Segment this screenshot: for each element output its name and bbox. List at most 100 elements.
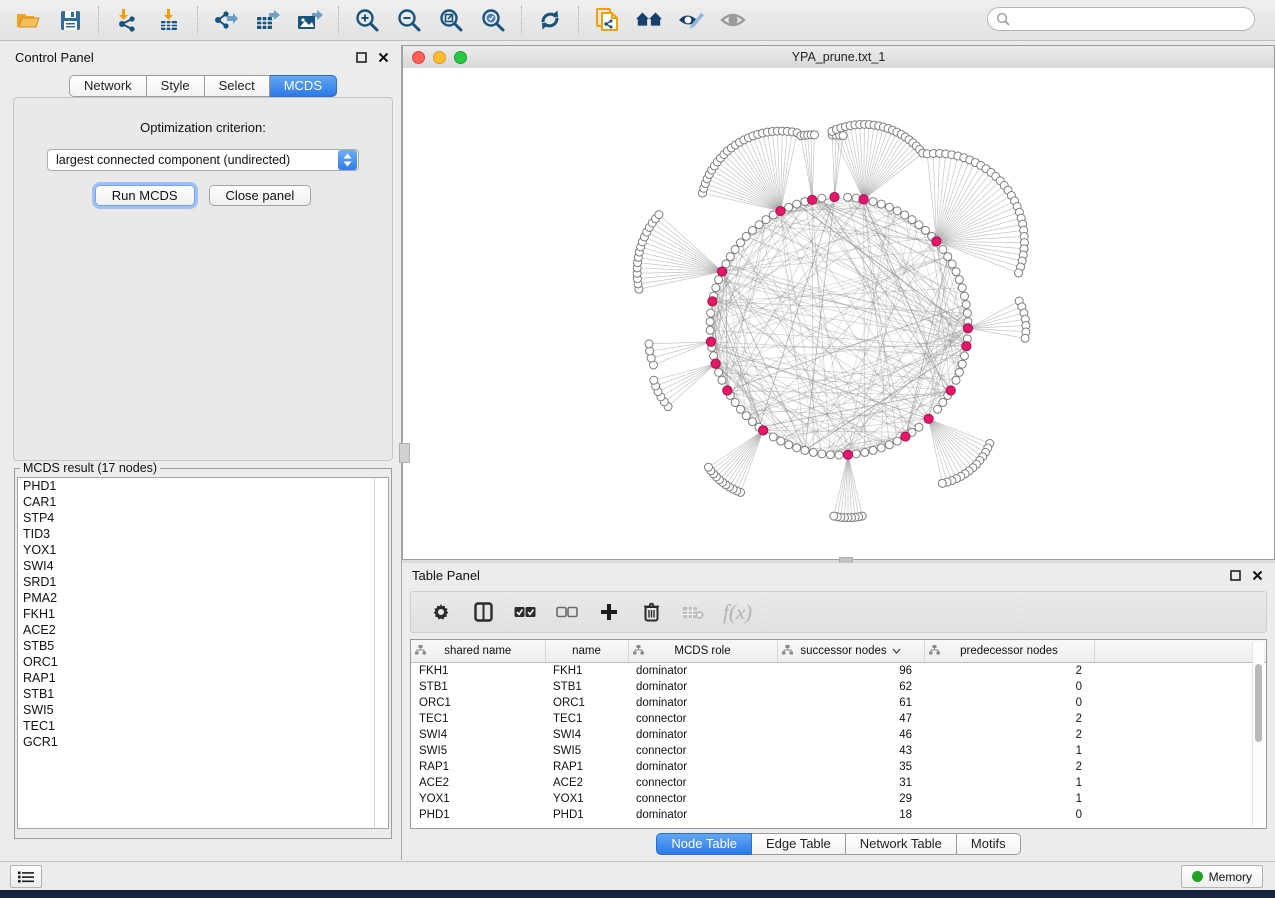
delete-column-icon[interactable] — [639, 600, 663, 624]
cell-shared-name[interactable]: SWI5 — [411, 743, 545, 759]
cell-name[interactable]: ORC1 — [545, 695, 628, 711]
table-row[interactable]: ACE2ACE2connector311 — [411, 775, 1267, 791]
mcds-result-item[interactable]: SWI4 — [18, 558, 388, 574]
mcds-result-item[interactable]: CAR1 — [18, 494, 388, 510]
select-all-checkboxes-icon[interactable] — [513, 600, 537, 624]
cell-MCDS-role[interactable]: connector — [628, 775, 777, 791]
cell-successor-nodes[interactable]: 29 — [777, 791, 924, 807]
cell-shared-name[interactable]: PHD1 — [411, 807, 545, 823]
mcds-hub-node[interactable] — [759, 426, 768, 435]
cell-shared-name[interactable]: STB1 — [411, 679, 545, 695]
mcds-result-item[interactable]: STP4 — [18, 510, 388, 526]
network-node[interactable] — [885, 441, 893, 449]
cell-predecessor-nodes[interactable]: 0 — [924, 695, 1094, 711]
network-node[interactable] — [785, 203, 793, 211]
save-session-icon[interactable] — [56, 6, 84, 34]
network-node[interactable] — [835, 451, 843, 459]
network-node[interactable] — [731, 245, 739, 253]
network-node[interactable] — [707, 309, 715, 317]
network-node[interactable] — [826, 451, 834, 459]
unselect-all-checkboxes-icon[interactable] — [555, 600, 579, 624]
mcds-result-item[interactable]: PMA2 — [18, 590, 388, 606]
network-node[interactable] — [736, 239, 744, 247]
run-mcds-button[interactable]: Run MCDS — [95, 185, 195, 206]
table-row[interactable]: SWI5SWI5connector431 — [411, 743, 1267, 759]
cell-predecessor-nodes[interactable]: 2 — [924, 759, 1094, 775]
vertical-splitter-handle[interactable] — [399, 443, 410, 463]
network-node[interactable] — [852, 450, 860, 458]
cell-successor-nodes[interactable]: 61 — [777, 695, 924, 711]
network-node[interactable] — [939, 245, 947, 253]
table-row[interactable]: TEC1TEC1connector472 — [411, 711, 1267, 727]
mcds-hub-node[interactable] — [859, 195, 868, 204]
mcds-hub-node[interactable] — [830, 192, 839, 201]
table-row[interactable]: FKH1FKH1dominator962 — [411, 663, 1267, 680]
cell-predecessor-nodes[interactable]: 0 — [924, 807, 1094, 823]
tab-network[interactable]: Network — [69, 75, 147, 97]
leaf-node[interactable] — [938, 479, 946, 487]
cell-successor-nodes[interactable]: 96 — [777, 663, 924, 680]
column-header-name[interactable]: name — [545, 640, 628, 663]
leaf-node[interactable] — [655, 211, 663, 219]
tab-select[interactable]: Select — [205, 75, 270, 97]
list-scrollbar-track[interactable] — [374, 478, 375, 828]
cell-predecessor-nodes[interactable]: 1 — [924, 791, 1094, 807]
network-node[interactable] — [785, 441, 793, 449]
network-node[interactable] — [861, 448, 869, 456]
mcds-hub-node[interactable] — [711, 359, 720, 368]
network-node[interactable] — [748, 226, 756, 234]
network-node[interactable] — [801, 446, 809, 454]
network-node[interactable] — [793, 444, 801, 452]
cell-name[interactable]: ACE2 — [545, 775, 628, 791]
zoom-in-icon[interactable] — [353, 6, 381, 34]
network-node[interactable] — [706, 326, 714, 334]
mcds-hub-node[interactable] — [946, 386, 955, 395]
network-node[interactable] — [955, 368, 963, 376]
cell-successor-nodes[interactable]: 31 — [777, 775, 924, 791]
home-icon[interactable] — [635, 6, 663, 34]
mcds-result-item[interactable]: YOX1 — [18, 542, 388, 558]
settings-gear-icon[interactable] — [429, 600, 453, 624]
cell-MCDS-role[interactable]: connector — [628, 791, 777, 807]
tab-node-table[interactable]: Node Table — [656, 833, 752, 855]
zoom-selected-icon[interactable] — [479, 6, 507, 34]
network-node[interactable] — [809, 448, 817, 456]
network-node[interactable] — [915, 423, 923, 431]
network-node[interactable] — [877, 200, 885, 208]
mcds-result-item[interactable]: RAP1 — [18, 670, 388, 686]
network-node[interactable] — [726, 253, 734, 261]
leaf-node[interactable] — [839, 132, 847, 140]
network-node[interactable] — [960, 292, 968, 300]
show-columns-icon[interactable] — [471, 600, 495, 624]
cell-name[interactable]: FKH1 — [545, 663, 628, 680]
network-node[interactable] — [952, 376, 960, 384]
column-header-MCDS-role[interactable]: MCDS role — [628, 640, 777, 663]
open-session-icon[interactable] — [14, 6, 42, 34]
mcds-hub-node[interactable] — [776, 206, 785, 215]
leaf-node[interactable] — [650, 376, 658, 384]
network-node[interactable] — [952, 268, 960, 276]
table-row[interactable]: STB1STB1dominator620 — [411, 679, 1267, 695]
network-node[interactable] — [908, 216, 916, 224]
cell-successor-nodes[interactable]: 35 — [777, 759, 924, 775]
table-row[interactable]: RAP1RAP1dominator352 — [411, 759, 1267, 775]
mcds-result-item[interactable]: STB5 — [18, 638, 388, 654]
network-node[interactable] — [844, 193, 852, 201]
column-header-successor-nodes[interactable]: successor nodes — [777, 640, 924, 663]
network-node[interactable] — [762, 216, 770, 224]
tab-network-table[interactable]: Network Table — [846, 833, 957, 855]
float-panel-icon[interactable] — [353, 49, 369, 65]
network-node[interactable] — [818, 194, 826, 202]
cell-shared-name[interactable]: ORC1 — [411, 695, 545, 711]
import-table-icon[interactable] — [155, 6, 183, 34]
mcds-result-item[interactable]: TID3 — [18, 526, 388, 542]
cell-shared-name[interactable]: ACE2 — [411, 775, 545, 791]
mcds-result-item[interactable]: SRD1 — [18, 574, 388, 590]
cell-successor-nodes[interactable]: 46 — [777, 727, 924, 743]
network-node[interactable] — [893, 437, 901, 445]
cell-MCDS-role[interactable]: connector — [628, 711, 777, 727]
network-node[interactable] — [939, 399, 947, 407]
leaf-node[interactable] — [645, 340, 653, 348]
import-network-icon[interactable] — [113, 6, 141, 34]
cell-name[interactable]: TEC1 — [545, 711, 628, 727]
